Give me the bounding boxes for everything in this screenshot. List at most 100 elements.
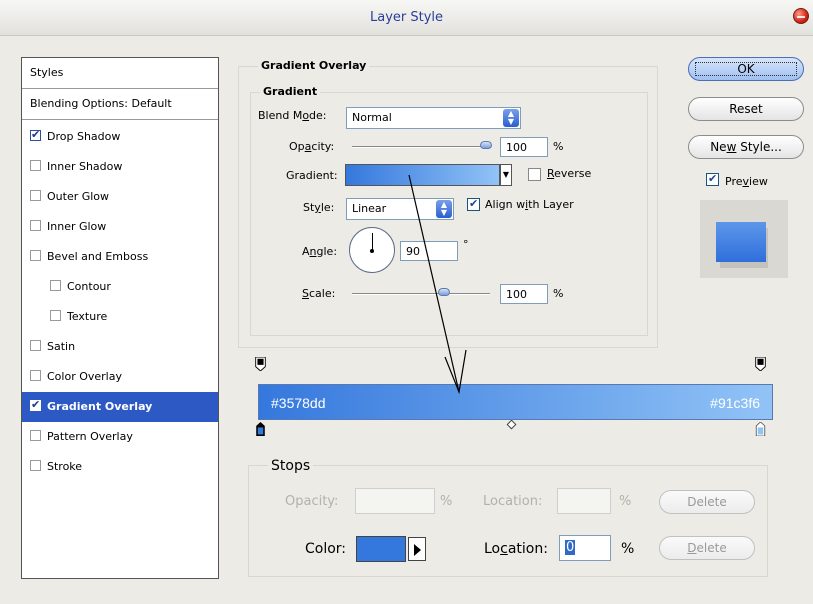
style-item-label: Gradient Overlay bbox=[47, 400, 153, 413]
stop-color-label: Color: bbox=[305, 541, 347, 557]
stop-color-location-input[interactable]: 0 bbox=[559, 535, 611, 561]
new-style-button[interactable]: New Style... bbox=[688, 135, 804, 159]
style-item-label: Color Overlay bbox=[47, 370, 122, 383]
style-item-checkbox[interactable] bbox=[30, 128, 41, 141]
angle-dial[interactable] bbox=[349, 227, 395, 273]
angle-degree: ° bbox=[463, 238, 469, 251]
updown-icon: ▲ ▼ bbox=[503, 109, 519, 127]
angle-label: Angle: bbox=[302, 245, 338, 258]
delete-opacity-stop-button[interactable]: Delete bbox=[659, 490, 755, 514]
scale-slider-track[interactable] bbox=[352, 293, 490, 295]
opacity-stop-left[interactable] bbox=[255, 357, 266, 371]
preview-square bbox=[716, 222, 766, 262]
style-label: Style: bbox=[303, 201, 335, 214]
style-item-stroke[interactable]: Stroke bbox=[22, 452, 218, 482]
style-item-label: Inner Shadow bbox=[47, 160, 123, 173]
styles-header[interactable]: Styles bbox=[22, 58, 218, 89]
style-item-bevel-and-emboss[interactable]: Bevel and Emboss bbox=[22, 242, 218, 272]
stop-color-menu-button[interactable] bbox=[408, 537, 426, 561]
opacity-slider-track[interactable] bbox=[352, 146, 490, 148]
blend-mode-value: Normal bbox=[352, 111, 392, 124]
style-item-checkbox[interactable] bbox=[30, 190, 41, 201]
gradient-dropdown[interactable]: ▼ bbox=[500, 164, 512, 186]
gradient-bar[interactable]: #3578dd #91c3f6 bbox=[258, 384, 773, 420]
stops-group bbox=[248, 465, 768, 577]
blend-mode-label: Blend Mode: bbox=[258, 109, 327, 122]
style-item-label: Pattern Overlay bbox=[47, 430, 133, 443]
blending-options-item[interactable]: Blending Options: Default bbox=[22, 89, 218, 120]
style-preview bbox=[700, 200, 788, 278]
opacity-stop-right[interactable] bbox=[755, 357, 766, 371]
stop-opacity-percent: % bbox=[440, 494, 453, 509]
scale-label: Scale: bbox=[302, 287, 336, 300]
delete-color-stop-button[interactable]: Delete bbox=[659, 536, 755, 560]
ok-button[interactable]: OK bbox=[688, 57, 804, 81]
reverse-label: Reverse bbox=[547, 167, 592, 180]
reset-button[interactable]: Reset bbox=[688, 97, 804, 121]
angle-input[interactable]: 90 bbox=[400, 241, 458, 261]
style-item-outer-glow[interactable]: Outer Glow bbox=[22, 182, 218, 212]
style-item-label: Satin bbox=[47, 340, 76, 353]
style-item-checkbox[interactable] bbox=[30, 398, 41, 411]
title-bar: Layer Style bbox=[0, 0, 813, 36]
style-item-label: Drop Shadow bbox=[47, 130, 121, 143]
opacity-percent: % bbox=[553, 140, 564, 153]
stop-color-swatch[interactable] bbox=[356, 536, 406, 562]
opacity-slider-thumb[interactable] bbox=[480, 141, 492, 149]
reverse-checkbox[interactable] bbox=[528, 168, 541, 181]
left-color-text: #3578dd bbox=[271, 395, 326, 411]
style-item-label: Contour bbox=[67, 280, 111, 293]
angle-dial-center bbox=[370, 249, 374, 253]
style-item-checkbox[interactable] bbox=[30, 220, 41, 231]
scale-slider-thumb[interactable] bbox=[437, 288, 450, 296]
style-item-texture[interactable]: Texture bbox=[22, 302, 218, 332]
style-value: Linear bbox=[352, 202, 387, 215]
style-item-checkbox[interactable] bbox=[50, 280, 61, 291]
color-stop-left[interactable] bbox=[255, 422, 266, 436]
stop-opacity-location-percent: % bbox=[619, 494, 632, 509]
style-item-inner-glow[interactable]: Inner Glow bbox=[22, 212, 218, 242]
chevron-down-icon: ▼ bbox=[502, 170, 510, 179]
updown-icon: ▲ ▼ bbox=[436, 200, 452, 218]
style-item-gradient-overlay[interactable]: Gradient Overlay bbox=[22, 392, 218, 422]
styles-list: Styles Blending Options: Default Drop Sh… bbox=[21, 57, 219, 579]
style-item-checkbox[interactable] bbox=[30, 340, 41, 351]
color-stop-right[interactable] bbox=[755, 422, 766, 436]
style-item-pattern-overlay[interactable]: Pattern Overlay bbox=[22, 422, 218, 452]
stop-color-location-percent: % bbox=[621, 541, 635, 557]
style-item-drop-shadow[interactable]: Drop Shadow bbox=[22, 122, 218, 152]
blend-mode-select[interactable]: Normal ▲ ▼ bbox=[346, 107, 521, 129]
style-item-label: Inner Glow bbox=[47, 220, 107, 233]
style-item-label: Stroke bbox=[47, 460, 83, 473]
style-item-label: Texture bbox=[67, 310, 108, 323]
stop-opacity-location-input[interactable] bbox=[557, 488, 611, 514]
stop-opacity-label: Opacity: bbox=[285, 494, 339, 509]
stop-opacity-location-label: Location: bbox=[483, 494, 543, 509]
style-item-checkbox[interactable] bbox=[30, 370, 41, 381]
opacity-input[interactable]: 100 bbox=[500, 137, 548, 157]
align-with-layer-label: Align with Layer bbox=[485, 198, 574, 211]
style-item-color-overlay[interactable]: Color Overlay bbox=[22, 362, 218, 392]
gradient-picker[interactable] bbox=[345, 164, 500, 186]
style-item-checkbox[interactable] bbox=[50, 310, 61, 321]
close-button[interactable] bbox=[793, 8, 809, 24]
scale-input[interactable]: 100 bbox=[500, 284, 548, 304]
window-title: Layer Style bbox=[369, 10, 444, 25]
style-item-checkbox[interactable] bbox=[30, 250, 41, 261]
gradient-overlay-title: Gradient Overlay bbox=[258, 59, 370, 72]
style-item-satin[interactable]: Satin bbox=[22, 332, 218, 362]
style-item-checkbox[interactable] bbox=[30, 160, 41, 171]
align-with-layer-checkbox[interactable] bbox=[467, 197, 480, 211]
opacity-label: Opacity: bbox=[289, 140, 335, 153]
style-item-contour[interactable]: Contour bbox=[22, 272, 218, 302]
stop-opacity-input[interactable] bbox=[355, 488, 435, 514]
gradient-group-title: Gradient bbox=[260, 85, 321, 98]
preview-checkbox[interactable] bbox=[706, 172, 719, 186]
right-color-text: #91c3f6 bbox=[710, 395, 760, 411]
style-item-inner-shadow[interactable]: Inner Shadow bbox=[22, 152, 218, 182]
style-item-label: Bevel and Emboss bbox=[47, 250, 149, 263]
stop-color-location-label: Location: bbox=[484, 541, 548, 557]
style-item-checkbox[interactable] bbox=[30, 430, 41, 441]
style-item-checkbox[interactable] bbox=[30, 460, 41, 471]
style-select[interactable]: Linear ▲ ▼ bbox=[346, 198, 454, 220]
